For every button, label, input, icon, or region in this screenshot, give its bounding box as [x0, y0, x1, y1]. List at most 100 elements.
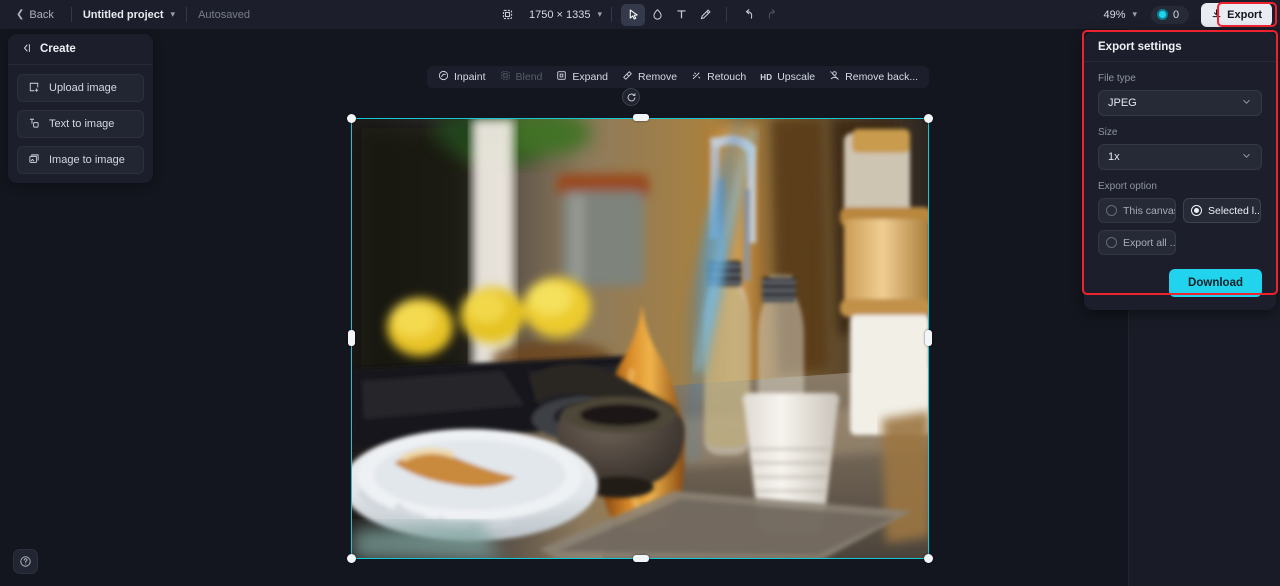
- resize-handle-bottom-right[interactable]: [924, 554, 933, 563]
- export-label: Export: [1227, 8, 1262, 21]
- image-context-toolbar[interactable]: Inpaint Blend Expand Remove Retouch HD U…: [427, 66, 930, 88]
- text-to-image-label: Text to image: [49, 118, 115, 130]
- export-option-group: This canvas Selected l... Export all ...: [1098, 198, 1262, 255]
- export-button[interactable]: Export: [1201, 2, 1272, 27]
- chevron-left-icon: ❮: [16, 8, 25, 20]
- help-button[interactable]: [13, 549, 38, 574]
- upload-image-icon: [28, 81, 40, 96]
- remove-background-button[interactable]: Remove back...: [822, 67, 925, 87]
- back-button[interactable]: ❮ Back: [10, 5, 60, 25]
- export-option-export-all-label: Export all ...: [1123, 236, 1176, 249]
- select-tool[interactable]: [621, 3, 645, 26]
- size-label: Size: [1098, 127, 1118, 138]
- create-panel-header[interactable]: Create: [8, 34, 153, 65]
- create-panel-title: Create: [40, 43, 76, 55]
- upscale-button[interactable]: HD Upscale: [753, 67, 822, 87]
- chevron-down-icon: [1241, 96, 1252, 110]
- canvas-size-chevron-down-icon[interactable]: ▾: [597, 9, 602, 20]
- divider: [726, 7, 727, 22]
- export-option-label: Export option: [1098, 181, 1157, 192]
- selected-image-group[interactable]: [347, 88, 933, 563]
- collapse-panel-icon[interactable]: [20, 42, 32, 57]
- file-type-value: JPEG: [1108, 97, 1137, 109]
- chevron-down-icon: [1241, 150, 1252, 164]
- retouch-button[interactable]: Retouch: [684, 67, 753, 87]
- create-panel-items: Upload image Text to image Image to imag…: [8, 65, 153, 174]
- retouch-icon: [691, 70, 702, 84]
- selected-image[interactable]: [351, 118, 929, 559]
- upload-image-button[interactable]: Upload image: [17, 74, 144, 102]
- resize-handle-top-right[interactable]: [924, 114, 933, 123]
- image-to-image-button[interactable]: Image to image: [17, 146, 144, 174]
- undo-button[interactable]: [736, 4, 760, 26]
- remove-label: Remove: [638, 71, 678, 83]
- credits-badge[interactable]: 0: [1151, 5, 1190, 24]
- download-button[interactable]: Download: [1169, 269, 1262, 297]
- app-root: Inpaint Blend Expand Remove Retouch HD U…: [0, 0, 1280, 586]
- export-option-this-canvas[interactable]: This canvas: [1098, 198, 1176, 223]
- credit-coin-icon: [1157, 9, 1169, 20]
- download-row: Download: [1098, 269, 1262, 297]
- image-to-image-icon: [28, 153, 40, 168]
- eraser-tool[interactable]: [645, 4, 669, 26]
- export-option-selected-layer[interactable]: Selected l...: [1183, 198, 1261, 223]
- expand-icon: [556, 70, 567, 84]
- credit-count: 0: [1173, 8, 1180, 21]
- remove-background-label: Remove back...: [845, 71, 919, 83]
- text-to-image-button[interactable]: Text to image: [17, 110, 144, 138]
- inpaint-button[interactable]: Inpaint: [431, 67, 493, 87]
- blend-icon: [500, 70, 511, 84]
- rotate-handle[interactable]: [622, 88, 640, 106]
- export-settings-body: File type JPEG Size 1x Export option Thi…: [1084, 62, 1276, 297]
- canvas-size-label[interactable]: 1750 × 1335: [529, 9, 590, 21]
- divider: [611, 7, 612, 22]
- remove-background-icon: [829, 70, 840, 84]
- export-option-export-all[interactable]: Export all ...: [1098, 230, 1176, 255]
- text-to-image-icon: [28, 117, 40, 132]
- remove-icon: [622, 70, 633, 84]
- top-bar-right: 49% ▾ 0 Export: [1103, 0, 1272, 29]
- resize-handle-left-center[interactable]: [348, 330, 355, 346]
- project-menu-chevron-down-icon[interactable]: ▾: [171, 9, 176, 20]
- resize-handle-top-left[interactable]: [347, 114, 356, 123]
- file-type-select[interactable]: JPEG: [1098, 90, 1262, 116]
- divider: [70, 7, 72, 22]
- expand-button[interactable]: Expand: [549, 67, 615, 87]
- text-tool[interactable]: [669, 4, 693, 26]
- radio-icon-selected: [1191, 205, 1202, 216]
- export-option-this-canvas-label: This canvas: [1123, 204, 1176, 217]
- top-bar-left: ❮ Back Untitled project ▾ Autosaved: [0, 0, 250, 29]
- upscale-label: Upscale: [777, 71, 816, 83]
- inpaint-icon: [438, 70, 449, 84]
- autosave-status: Autosaved: [198, 8, 251, 21]
- size-select[interactable]: 1x: [1098, 144, 1262, 170]
- remove-button[interactable]: Remove: [615, 67, 684, 87]
- zoom-chevron-down-icon[interactable]: ▾: [1133, 9, 1138, 20]
- export-settings-title: Export settings: [1084, 32, 1276, 62]
- canvas-resize-icon[interactable]: [496, 4, 520, 26]
- blend-button[interactable]: Blend: [493, 67, 550, 87]
- radio-icon: [1106, 205, 1117, 216]
- download-icon: [1211, 8, 1222, 22]
- kitchen-photo: [352, 119, 928, 558]
- upscale-icon: HD: [760, 72, 773, 82]
- resize-handle-bottom-left[interactable]: [347, 554, 356, 563]
- resize-handle-top-center[interactable]: [633, 114, 649, 121]
- export-settings-panel: Export settings File type JPEG Size 1x E…: [1084, 32, 1276, 310]
- blend-label: Blend: [515, 71, 543, 83]
- image-to-image-label: Image to image: [49, 154, 125, 166]
- canvas-area[interactable]: Inpaint Blend Expand Remove Retouch HD U…: [0, 29, 1128, 586]
- project-name[interactable]: Untitled project: [83, 9, 164, 21]
- resize-handle-right-center[interactable]: [925, 330, 932, 346]
- resize-handle-bottom-center[interactable]: [633, 555, 649, 562]
- zoom-level[interactable]: 49%: [1103, 9, 1125, 21]
- upload-image-label: Upload image: [49, 82, 117, 94]
- export-option-selected-layer-label: Selected l...: [1208, 204, 1261, 217]
- file-type-label: File type: [1098, 73, 1136, 84]
- top-bar: ❮ Back Untitled project ▾ Autosaved 1750…: [0, 0, 1280, 29]
- inpaint-label: Inpaint: [454, 71, 486, 83]
- redo-button[interactable]: [760, 4, 784, 26]
- expand-label: Expand: [572, 71, 609, 83]
- retouch-label: Retouch: [707, 71, 747, 83]
- brush-tool[interactable]: [693, 4, 717, 26]
